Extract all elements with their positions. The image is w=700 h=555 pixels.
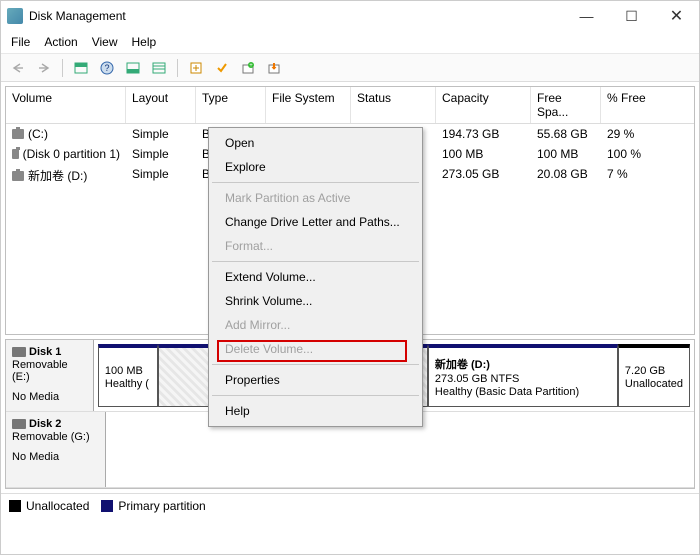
part-status: Healthy (Basic Data Partition) (435, 386, 611, 398)
ctx-shrink-volume[interactable]: Shrink Volume... (211, 289, 420, 313)
volume-icon (12, 171, 24, 181)
th-pctfree[interactable]: % Free (601, 87, 661, 123)
swatch-icon (9, 500, 21, 512)
cell-free: 100 MB (531, 145, 601, 163)
ctx-delete-volume: Delete Volume... (211, 337, 420, 361)
swatch-icon (101, 500, 113, 512)
th-status[interactable]: Status (351, 87, 436, 123)
back-icon[interactable] (7, 58, 29, 78)
cell-layout: Simple (126, 125, 196, 143)
view-bottom-icon[interactable] (122, 58, 144, 78)
cell-pct: 29 % (601, 125, 661, 143)
disk-name: Disk 2 (29, 418, 61, 430)
disk-name: Disk 1 (29, 346, 61, 358)
window-buttons: — ☐ ✕ (564, 1, 699, 31)
ctx-properties[interactable]: Properties (211, 368, 420, 392)
volume-icon (12, 129, 24, 139)
disk-header[interactable]: Disk 1 Removable (E:) No Media (6, 340, 94, 411)
cell-layout: Simple (126, 145, 196, 163)
svg-text:+: + (249, 63, 253, 69)
title-bar: Disk Management — ☐ ✕ (1, 1, 699, 31)
ctx-open[interactable]: Open (211, 131, 420, 155)
partition-block[interactable]: 100 MB Healthy ( (98, 344, 158, 407)
menu-bar: File Action View Help (1, 31, 699, 54)
minimize-button[interactable]: — (564, 1, 609, 31)
cell-layout: Simple (126, 165, 196, 186)
ctx-change-drive-letter[interactable]: Change Drive Letter and Paths... (211, 210, 420, 234)
menu-help[interactable]: Help (132, 35, 157, 49)
disk-icon (12, 419, 26, 429)
partition-unallocated[interactable]: 7.20 GB Unallocated (618, 344, 690, 407)
ctx-add-mirror: Add Mirror... (211, 313, 420, 337)
window-title: Disk Management (29, 9, 564, 23)
partition-block[interactable]: 新加卷 (D:) 273.05 GB NTFS Healthy (Basic D… (428, 344, 618, 407)
close-button[interactable]: ✕ (654, 1, 699, 31)
menu-action[interactable]: Action (44, 35, 77, 49)
menu-view[interactable]: View (92, 35, 118, 49)
maximize-button[interactable]: ☐ (609, 1, 654, 31)
disk-icon (12, 347, 26, 357)
help-icon[interactable]: ? (96, 58, 118, 78)
context-separator (212, 364, 419, 365)
app-icon (7, 8, 23, 24)
cell-volume: 新加卷 (D:) (28, 167, 87, 184)
legend-bar: Unallocated Primary partition (1, 493, 699, 518)
disk-status: No Media (12, 451, 99, 463)
context-separator (212, 261, 419, 262)
cell-free: 55.68 GB (531, 125, 601, 143)
context-separator (212, 395, 419, 396)
context-separator (212, 182, 419, 183)
toolbar-separator (62, 59, 63, 77)
disk-type: Removable (E:) (12, 359, 87, 383)
cell-volume: (Disk 0 partition 1) (23, 147, 120, 161)
ctx-help[interactable]: Help (211, 399, 420, 423)
disk-header[interactable]: Disk 2 Removable (G:) No Media (6, 412, 106, 487)
part-name: 新加卷 (D:) (435, 356, 611, 372)
create-vhd-icon[interactable]: + (237, 58, 259, 78)
th-layout[interactable]: Layout (126, 87, 196, 123)
ctx-extend-volume[interactable]: Extend Volume... (211, 265, 420, 289)
th-type[interactable]: Type (196, 87, 266, 123)
view-top-icon[interactable] (70, 58, 92, 78)
legend-unallocated: Unallocated (9, 499, 89, 513)
refresh-icon[interactable] (185, 58, 207, 78)
th-freespace[interactable]: Free Spa... (531, 87, 601, 123)
volume-icon (12, 149, 19, 159)
cell-pct: 100 % (601, 145, 661, 163)
th-volume[interactable]: Volume (6, 87, 126, 123)
part-size: 273.05 GB NTFS (435, 373, 611, 385)
ctx-format: Format... (211, 234, 420, 258)
cell-capacity: 194.73 GB (436, 125, 531, 143)
attach-vhd-icon[interactable] (263, 58, 285, 78)
part-status: Healthy ( (105, 378, 151, 390)
table-header: Volume Layout Type File System Status Ca… (6, 87, 694, 124)
disk-type: Removable (G:) (12, 431, 99, 443)
cell-volume: (C:) (28, 127, 48, 141)
th-filesystem[interactable]: File System (266, 87, 351, 123)
disk-status: No Media (12, 391, 87, 403)
toolbar: ? + (1, 54, 699, 82)
cell-free: 20.08 GB (531, 165, 601, 186)
context-menu: Open Explore Mark Partition as Active Ch… (208, 127, 423, 427)
menu-file[interactable]: File (11, 35, 30, 49)
part-size: 7.20 GB (625, 365, 683, 377)
check-icon[interactable] (211, 58, 233, 78)
ctx-explore[interactable]: Explore (211, 155, 420, 179)
th-capacity[interactable]: Capacity (436, 87, 531, 123)
cell-capacity: 100 MB (436, 145, 531, 163)
view-list-icon[interactable] (148, 58, 170, 78)
cell-pct: 7 % (601, 165, 661, 186)
forward-icon[interactable] (33, 58, 55, 78)
cell-capacity: 273.05 GB (436, 165, 531, 186)
svg-text:?: ? (104, 63, 109, 73)
part-status: Unallocated (625, 378, 683, 390)
part-size: 100 MB (105, 365, 151, 377)
ctx-mark-active: Mark Partition as Active (211, 186, 420, 210)
toolbar-separator (177, 59, 178, 77)
legend-primary: Primary partition (101, 499, 205, 513)
